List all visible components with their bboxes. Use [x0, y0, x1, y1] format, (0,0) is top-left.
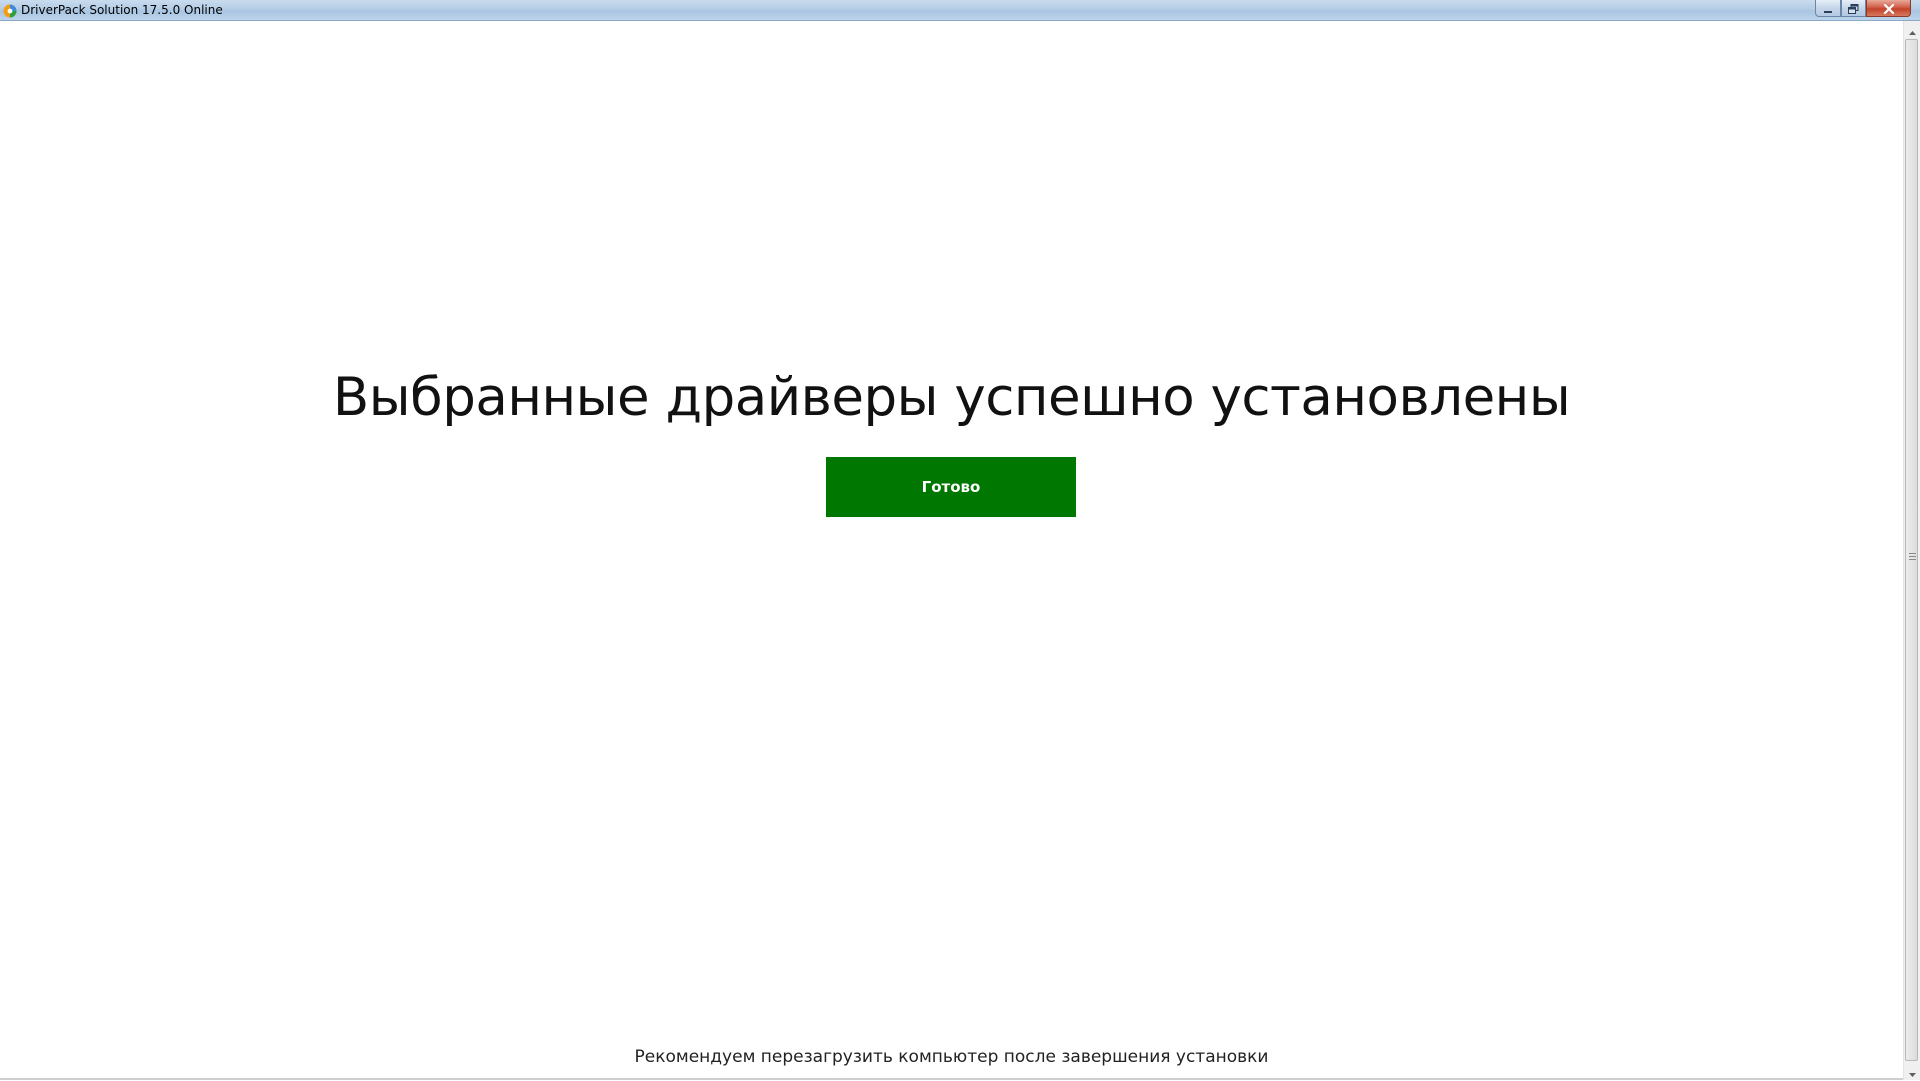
grip-icon	[1909, 545, 1916, 560]
restart-recommendation-text: Рекомендуем перезагрузить компьютер посл…	[634, 1047, 1269, 1067]
minimize-icon	[1823, 0, 1833, 18]
scroll-down-button[interactable]	[1904, 1063, 1920, 1080]
scrollbar-thumb[interactable]	[1905, 39, 1918, 1061]
maximize-button[interactable]	[1841, 0, 1866, 17]
done-button[interactable]: Готово	[826, 457, 1076, 517]
driverpack-logo-icon	[3, 3, 17, 18]
arrow-down-icon	[1908, 1062, 1916, 1081]
scroll-up-button[interactable]	[1904, 21, 1920, 38]
success-heading: Выбранные драйверы успешно установлены	[332, 367, 1571, 428]
arrow-up-icon	[1908, 20, 1916, 39]
title-bar: DriverPack Solution 17.5.0 Online	[0, 0, 1920, 21]
maximize-icon	[1848, 0, 1859, 18]
app-window: DriverPack Solution 17.5.0 Online Выбран…	[0, 0, 1920, 1080]
minimize-button[interactable]	[1815, 0, 1841, 17]
vertical-scrollbar[interactable]	[1903, 21, 1920, 1080]
close-button[interactable]	[1866, 0, 1911, 17]
close-icon	[1883, 0, 1895, 18]
window-title: DriverPack Solution 17.5.0 Online	[21, 3, 223, 17]
